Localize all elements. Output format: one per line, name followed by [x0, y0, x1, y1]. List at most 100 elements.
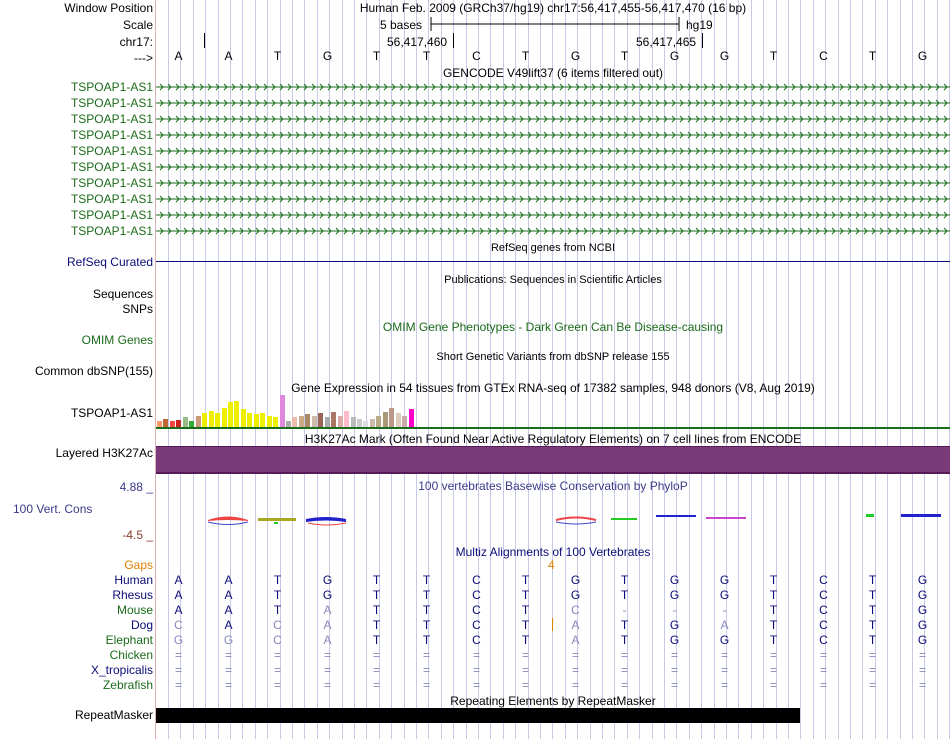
alignment-base: G — [719, 573, 730, 587]
gtex-tissue-bar[interactable] — [182, 417, 188, 427]
gtex-tissue-bar[interactable] — [266, 416, 272, 427]
omim-label[interactable]: OMIM Genes — [0, 333, 155, 347]
gtex-tissue-bar[interactable] — [305, 414, 311, 427]
gtex-tissue-bar[interactable] — [163, 419, 169, 427]
gencode-transcript[interactable] — [156, 128, 950, 143]
alignment-base: = — [472, 648, 480, 662]
gencode-transcript-label[interactable]: TSPOAP1-AS1 — [0, 144, 155, 158]
gtex-tissue-bar[interactable] — [369, 419, 375, 427]
gencode-transcript-label[interactable]: TSPOAP1-AS1 — [0, 192, 155, 206]
gtex-tissue-bar[interactable] — [240, 409, 246, 427]
gtex-tissue-bar[interactable] — [376, 416, 382, 427]
species-label[interactable]: Zebrafish — [0, 678, 155, 692]
alignment-base: C — [472, 573, 481, 587]
gencode-transcript[interactable] — [156, 160, 950, 175]
alignment-base: = — [224, 648, 232, 662]
pubs-snps-label[interactable]: SNPs — [0, 302, 155, 316]
gencode-transcript[interactable] — [156, 224, 950, 239]
gencode-transcript-label[interactable]: TSPOAP1-AS1 — [0, 208, 155, 222]
gencode-transcript-label[interactable]: TSPOAP1-AS1 — [0, 176, 155, 190]
alignment-base: = — [918, 678, 926, 692]
gtex-tissue-bar[interactable] — [395, 413, 401, 427]
alignment-base: = — [868, 663, 876, 677]
gtex-tissue-bar[interactable] — [253, 414, 259, 427]
gtex-tissue-bar[interactable] — [318, 413, 324, 427]
gencode-transcript-label[interactable]: TSPOAP1-AS1 — [0, 112, 155, 126]
gtex-tissue-bar[interactable] — [195, 416, 201, 427]
alignment-base: T — [521, 633, 530, 647]
track-area[interactable]: Human Feb. 2009 (GRCh37/hg19) chr17:56,4… — [156, 0, 950, 739]
species-label[interactable]: Elephant — [0, 633, 155, 647]
pos1-tick — [453, 33, 454, 48]
gtex-tissue-bar[interactable] — [402, 416, 408, 427]
gencode-transcript-label[interactable]: TSPOAP1-AS1 — [0, 80, 155, 94]
gtex-tissue-bar[interactable] — [247, 413, 253, 427]
refseq-label[interactable]: RefSeq Curated — [0, 255, 155, 269]
gtex-tissue-bar[interactable] — [389, 408, 395, 427]
alignment-base: C — [273, 618, 282, 632]
species-label[interactable]: Rhesus — [0, 588, 155, 602]
gtex-tissue-bar[interactable] — [324, 417, 330, 427]
gtex-tissue-bar[interactable] — [350, 417, 356, 427]
gencode-transcript-label[interactable]: TSPOAP1-AS1 — [0, 224, 155, 238]
gtex-tissue-bar[interactable] — [260, 413, 266, 427]
gtex-tissue-bar[interactable] — [382, 412, 388, 427]
gtex-tissue-bar[interactable] — [215, 413, 221, 427]
gencode-transcript[interactable] — [156, 192, 950, 207]
gtex-tissue-bar[interactable] — [234, 401, 240, 427]
gencode-transcript[interactable] — [156, 176, 950, 191]
gencode-transcript-label[interactable]: TSPOAP1-AS1 — [0, 128, 155, 142]
dbsnp-label[interactable]: Common dbSNP(155) — [0, 364, 155, 378]
gtex-tissue-bar[interactable] — [408, 409, 414, 427]
gtex-tissue-bar[interactable] — [331, 412, 337, 427]
gtex-tissue-bar[interactable] — [221, 408, 227, 427]
species-label[interactable]: Human — [0, 573, 155, 587]
gencode-transcript-label[interactable]: TSPOAP1-AS1 — [0, 160, 155, 174]
gencode-transcript[interactable] — [156, 96, 950, 111]
alignment-base: G — [719, 588, 730, 602]
gtex-tissue-bar[interactable] — [273, 417, 279, 427]
gtex-chart[interactable] — [156, 395, 950, 427]
gtex-tissue-bar[interactable] — [344, 411, 350, 427]
gtex-tissue-bar[interactable] — [292, 417, 298, 427]
gtex-tissue-bar[interactable] — [337, 416, 343, 427]
alignment-base: = — [372, 648, 380, 662]
repeatmasker-label[interactable]: RepeatMasker — [0, 708, 155, 722]
gencode-transcript[interactable] — [156, 144, 950, 159]
alignment-base: T — [273, 588, 282, 602]
species-label[interactable]: Chicken — [0, 648, 155, 662]
alignment-base: T — [422, 588, 431, 602]
alignment-base: T — [372, 588, 381, 602]
gtex-tissue-bar[interactable] — [227, 402, 233, 427]
gtex-tissue-bar[interactable] — [208, 411, 214, 427]
gencode-transcript[interactable] — [156, 208, 950, 223]
gencode-transcript[interactable] — [156, 112, 950, 127]
refseq-line[interactable] — [156, 261, 950, 262]
h3k27ac-label[interactable]: Layered H3K27Ac — [0, 446, 155, 460]
species-label[interactable]: X_tropicalis — [0, 663, 155, 677]
repeatmasker-block[interactable] — [156, 708, 800, 723]
cons-signal[interactable] — [156, 505, 950, 530]
gtex-label[interactable]: TSPOAP1-AS1 — [0, 406, 155, 420]
gencode-transcript[interactable] — [156, 80, 950, 95]
gtex-tissue-bar[interactable] — [311, 416, 317, 427]
gtex-tissue-bar[interactable] — [202, 413, 208, 427]
scale-bases-text: 5 bases — [380, 18, 423, 32]
alignment-base: = — [174, 663, 182, 677]
reference-base: A — [224, 49, 233, 63]
species-label[interactable]: Dog — [0, 618, 155, 632]
alignment-base: = — [422, 678, 430, 692]
gtex-tissue-bar[interactable] — [298, 416, 304, 427]
alignment-base: T — [422, 603, 431, 617]
gencode-transcript-label[interactable]: TSPOAP1-AS1 — [0, 96, 155, 110]
gtex-tissue-bar[interactable] — [356, 419, 362, 427]
pubs-sequences-label[interactable]: Sequences — [0, 287, 155, 301]
alignment-base: A — [720, 618, 729, 632]
cons-label[interactable]: 100 Vert. Cons — [0, 502, 155, 516]
alignment-base: T — [273, 573, 282, 587]
alignment-base: A — [323, 603, 332, 617]
species-label[interactable]: Mouse — [0, 603, 155, 617]
gtex-tissue-bar[interactable] — [279, 395, 285, 427]
gtex-tissue-bar[interactable] — [176, 420, 182, 427]
h3k27ac-signal[interactable] — [156, 446, 950, 474]
